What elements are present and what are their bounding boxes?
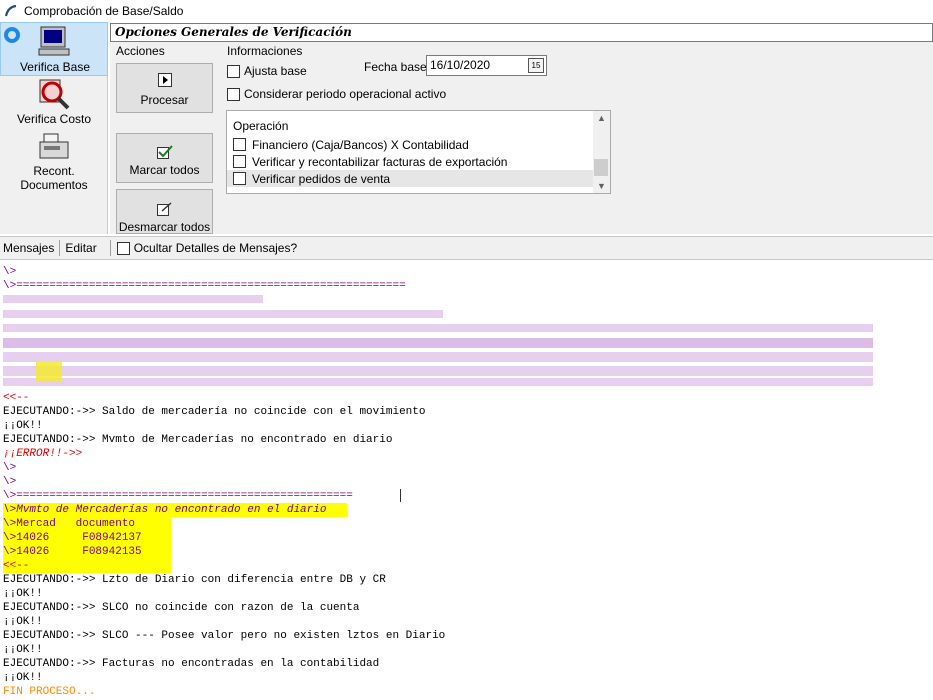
log-line: ¡¡OK!! bbox=[3, 644, 43, 656]
checkbox-box bbox=[116, 241, 130, 255]
checkbox-box bbox=[233, 172, 246, 185]
calendar-icon[interactable]: 15 bbox=[528, 58, 544, 73]
sidebar-item-recont-documentos[interactable]: Recont. Documentos bbox=[0, 130, 108, 192]
sidebar-item-label: Recont. Documentos bbox=[20, 164, 88, 192]
log-line: ¡¡OK!! bbox=[3, 588, 43, 600]
window-title: Comprobación de Base/Saldo bbox=[24, 4, 184, 18]
procesar-button[interactable]: Procesar bbox=[116, 63, 213, 113]
procesar-label: Procesar bbox=[140, 93, 189, 107]
redacted-highlight bbox=[36, 362, 62, 382]
log-line: ¡¡OK!! bbox=[3, 616, 43, 628]
log-separator: \>======================================… bbox=[3, 280, 406, 292]
operacion-scrollbar[interactable]: ▲ ▼ bbox=[593, 111, 610, 193]
toolbar-divider bbox=[109, 240, 111, 256]
editar-menu[interactable]: Editar bbox=[62, 241, 99, 255]
options-title: Opciones Generales de Verificación bbox=[115, 25, 352, 39]
scroll-thumb[interactable] bbox=[594, 159, 608, 176]
ajusta-base-label: Ajusta base bbox=[244, 64, 307, 78]
log-highlight-line: \>Mercad documento bbox=[3, 518, 136, 530]
log-line: ¡¡OK!! bbox=[3, 420, 43, 432]
considerar-periodo-checkbox[interactable]: Considerar periodo operacional activo bbox=[227, 87, 446, 101]
log-error-line: ¡¡ERROR!!->> bbox=[3, 448, 83, 460]
scroll-up-icon[interactable]: ▲ bbox=[593, 111, 610, 125]
log-line: EJECUTANDO:->> Saldo de mercadería no co… bbox=[3, 406, 426, 418]
log-line: \> bbox=[3, 476, 17, 488]
operacion-list[interactable]: Operación Financiero (Caja/Bancos) X Con… bbox=[226, 110, 611, 194]
redacted-block bbox=[3, 366, 873, 376]
checkbox-box bbox=[233, 138, 246, 151]
informaciones-label: Informaciones bbox=[227, 44, 303, 58]
log-highlight-line: \>14026 F08942137 bbox=[3, 532, 142, 544]
checkbox-box bbox=[233, 155, 246, 168]
log-highlight-line: \>14026 F08942135 bbox=[3, 546, 142, 558]
ocultar-detalles-label: Ocultar Detalles de Mensajes? bbox=[133, 241, 298, 255]
log-finish-line: FIN PROCESO... bbox=[3, 686, 96, 698]
operacion-item-label: Verificar pedidos de venta bbox=[252, 171, 391, 186]
sidebar-item-verifica-costo[interactable]: Verifica Costo bbox=[0, 76, 108, 130]
redacted-block bbox=[3, 310, 443, 318]
log-separator: \>======================================… bbox=[3, 490, 353, 502]
messages-toolbar: Mensajes Editar Ocultar Detalles de Mens… bbox=[0, 236, 933, 260]
computer-icon bbox=[38, 26, 70, 56]
log-line: \> bbox=[3, 266, 17, 278]
log-line: EJECUTANDO:->> Facturas no encontradas e… bbox=[3, 658, 380, 670]
redacted-block bbox=[3, 324, 873, 332]
operacion-item[interactable]: Financiero (Caja/Bancos) X Contabilidad bbox=[227, 136, 593, 153]
acciones-label: Acciones bbox=[116, 44, 165, 58]
log-line: EJECUTANDO:->> SLCO --- Posee valor pero… bbox=[3, 630, 446, 642]
window-titlebar: Comprobación de Base/Saldo bbox=[0, 0, 933, 22]
considerar-periodo-label: Considerar periodo operacional activo bbox=[244, 87, 447, 101]
log-highlight-line: <<-- bbox=[3, 560, 30, 572]
options-header: Opciones Generales de Verificación bbox=[110, 23, 933, 42]
options-panel: Acciones Procesar Marcar todos Desmarcar… bbox=[110, 42, 933, 234]
fecha-base-field[interactable]: 16/10/2020 15 bbox=[426, 55, 547, 76]
app-icon bbox=[4, 4, 17, 17]
ajusta-base-checkbox[interactable]: Ajusta base bbox=[227, 64, 307, 78]
play-icon bbox=[158, 73, 172, 87]
checkbox-unchecked-icon bbox=[157, 202, 172, 216]
marcar-todos-button[interactable]: Marcar todos bbox=[116, 133, 213, 183]
redacted-block bbox=[3, 378, 873, 386]
sidebar-item-verifica-base[interactable]: Verifica Base bbox=[0, 22, 108, 76]
desmarcar-todos-label: Desmarcar todos bbox=[118, 220, 211, 234]
log-line: <<-- bbox=[3, 392, 30, 404]
ocultar-detalles-checkbox[interactable]: Ocultar Detalles de Mensajes? bbox=[116, 241, 298, 255]
fecha-base-value: 16/10/2020 bbox=[430, 58, 491, 72]
marcar-todos-label: Marcar todos bbox=[129, 163, 200, 177]
message-log[interactable]: \> \>===================================… bbox=[0, 262, 933, 700]
redacted-block bbox=[3, 295, 263, 303]
operacion-item-label: Financiero (Caja/Bancos) X Contabilidad bbox=[252, 137, 469, 152]
sidebar-item-label: Verifica Costo bbox=[16, 112, 92, 126]
cash-register-icon bbox=[39, 133, 69, 159]
log-line: EJECUTANDO:->> Lzto de Diario con difere… bbox=[3, 574, 386, 586]
magnifier-icon bbox=[39, 79, 70, 110]
redacted-block bbox=[3, 352, 873, 362]
checkbox-box bbox=[227, 64, 240, 78]
sidebar-item-label: Verifica Base bbox=[19, 60, 91, 74]
mensajes-menu[interactable]: Mensajes bbox=[0, 241, 57, 255]
toolbar-divider bbox=[59, 240, 61, 256]
text-cursor bbox=[400, 489, 401, 502]
log-line: EJECUTANDO:->> Mvmto de Mercaderías no e… bbox=[3, 434, 393, 446]
checkbox-checked-icon bbox=[157, 145, 173, 159]
fecha-base-label: Fecha base bbox=[364, 60, 427, 74]
operacion-item-label: Verificar y recontabilizar facturas de e… bbox=[252, 154, 508, 169]
log-highlight-line: \>Mvmto de Mercaderías no encontrado en … bbox=[3, 504, 327, 516]
log-line: \> bbox=[3, 462, 17, 474]
checkbox-box bbox=[227, 87, 240, 101]
log-line: EJECUTANDO:->> SLCO no coincide con razo… bbox=[3, 602, 360, 614]
operacion-item[interactable]: Verificar pedidos de venta bbox=[227, 170, 593, 187]
operacion-header: Operación bbox=[233, 119, 289, 133]
redacted-block bbox=[3, 338, 873, 348]
sidebar: Verifica Base Verifica Costo Recont. Doc… bbox=[0, 22, 108, 234]
operacion-item[interactable]: Verificar y recontabilizar facturas de e… bbox=[227, 153, 593, 170]
scroll-down-icon[interactable]: ▼ bbox=[593, 179, 610, 193]
refresh-icon bbox=[4, 27, 20, 43]
desmarcar-todos-button[interactable]: Desmarcar todos bbox=[116, 189, 213, 234]
log-line: ¡¡OK!! bbox=[3, 672, 43, 684]
